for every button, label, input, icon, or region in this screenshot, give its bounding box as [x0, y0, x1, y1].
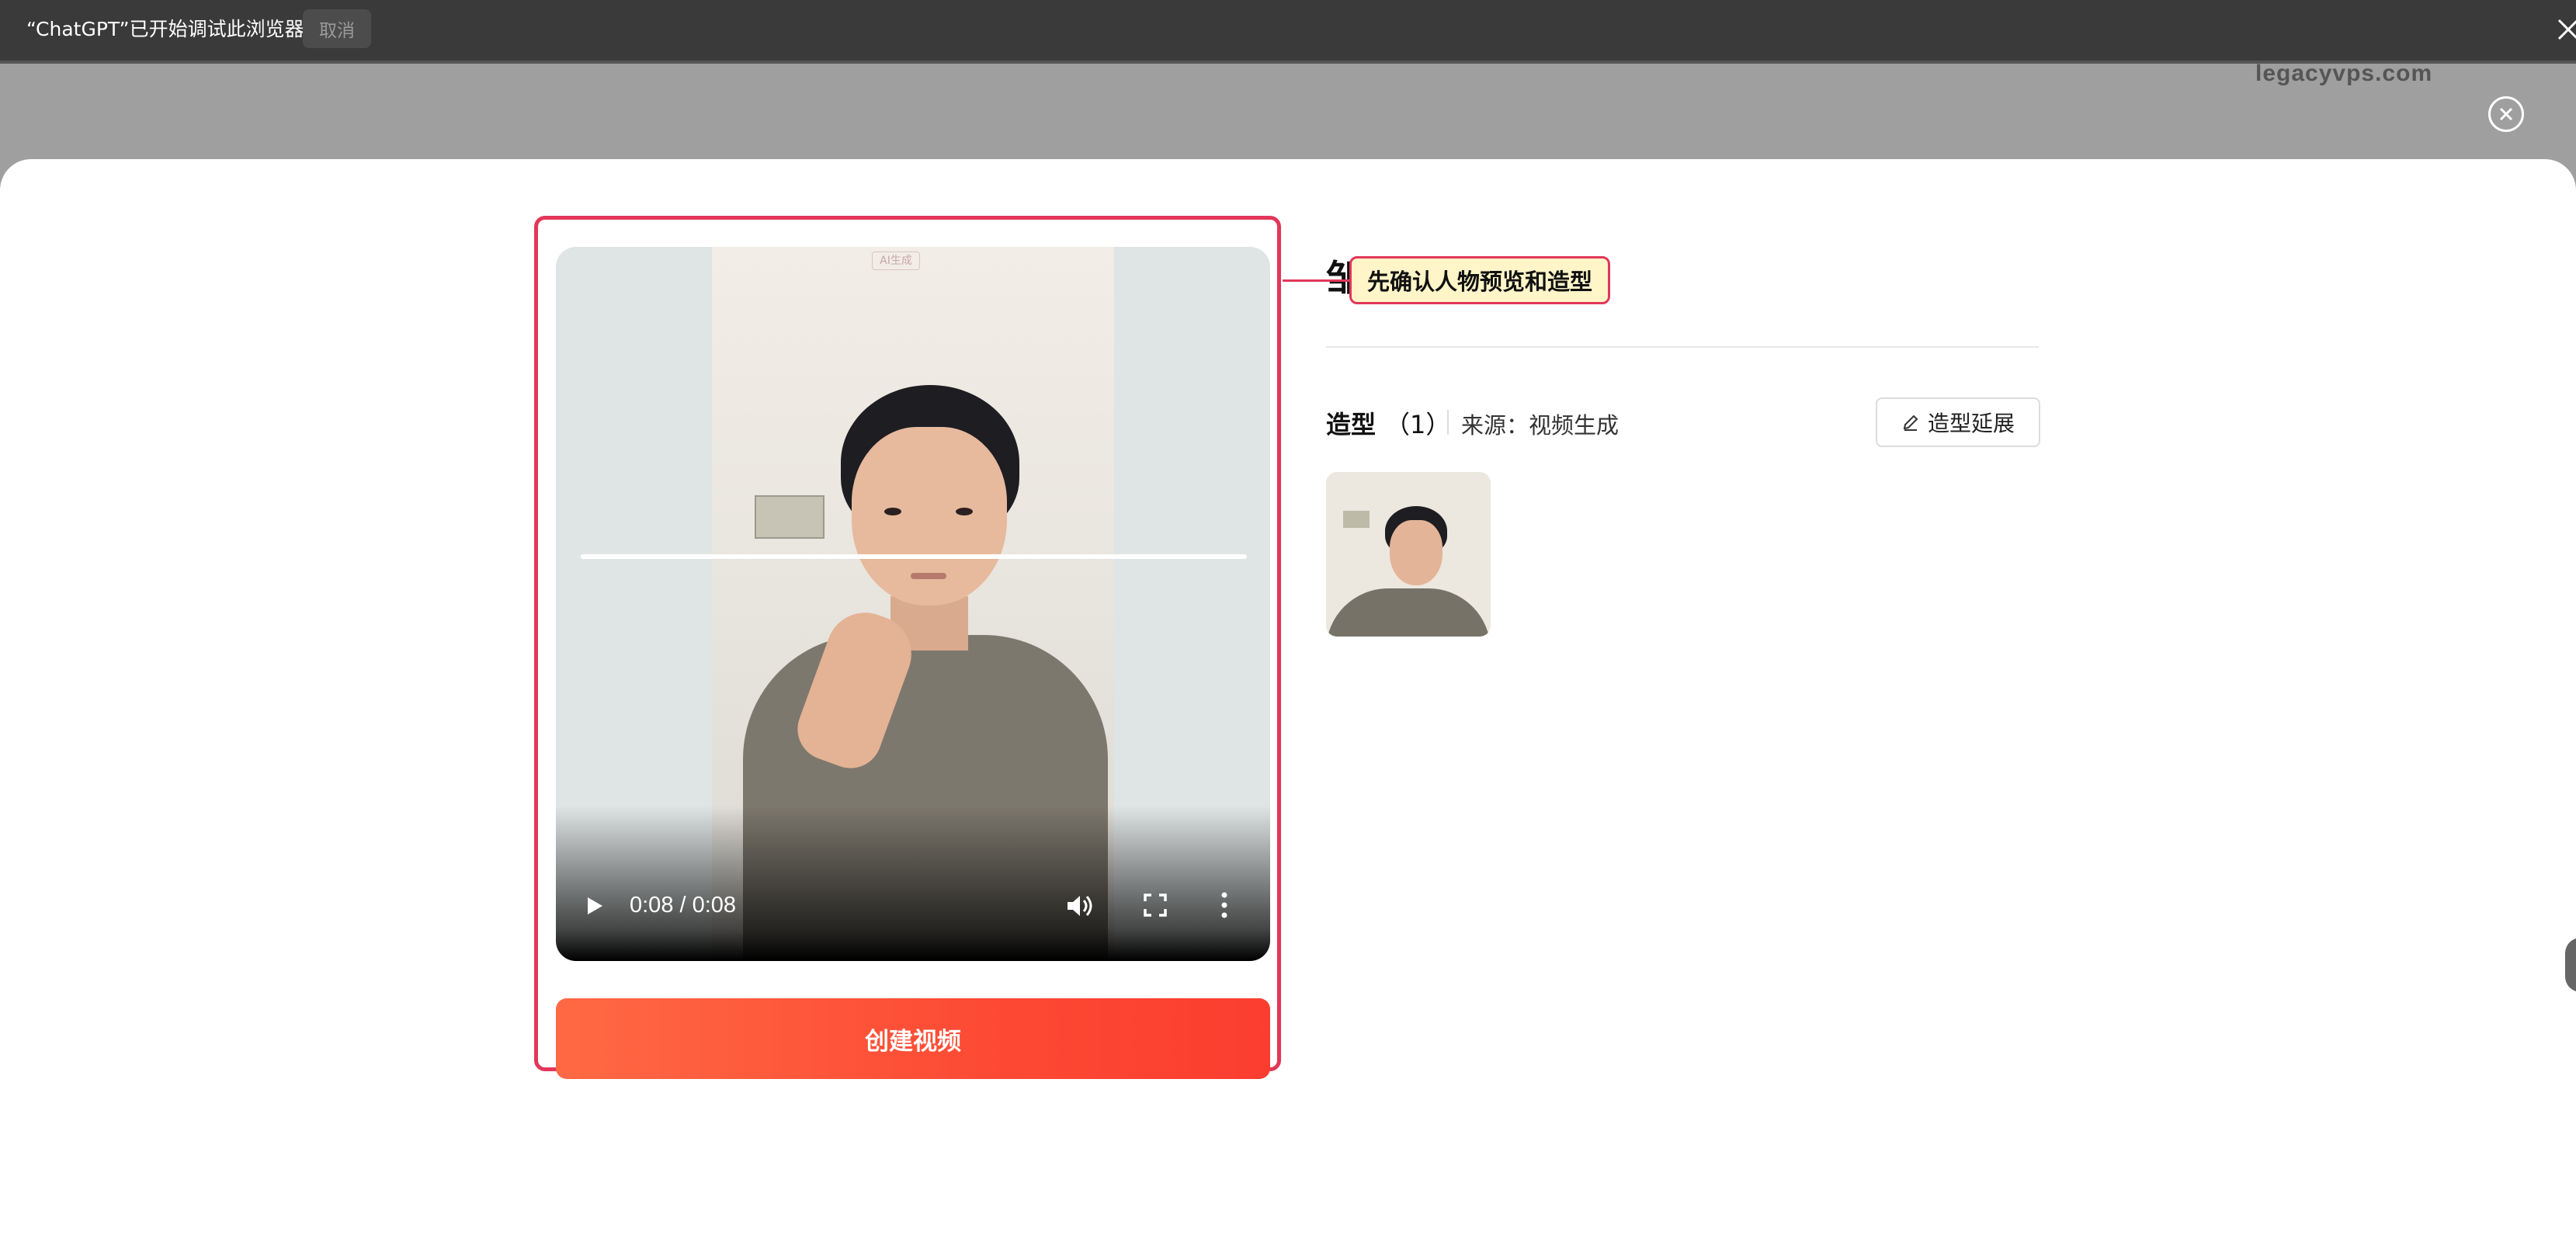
thumb-face [1390, 520, 1442, 585]
debug-message: “ChatGPT”已开始调试此浏览器 [26, 18, 304, 40]
style-thumbnail[interactable] [1326, 472, 1491, 637]
edit-icon [1903, 415, 1918, 431]
wall-sign [755, 495, 825, 539]
styles-section-title: 造型 [1326, 410, 1377, 439]
character-detail-modal [0, 159, 2576, 1256]
style-extend-label: 造型延展 [1927, 411, 2015, 435]
modal-close-button[interactable] [2488, 96, 2524, 132]
side-float-handle[interactable] [2565, 938, 2576, 992]
video-player[interactable]: AI生成 0:08 / 0:08 [556, 247, 1270, 961]
create-video-button[interactable]: 创建视频 [556, 998, 1270, 1079]
annotation-callout: 先确认人物预览和造型 [1349, 256, 1611, 304]
video-time: 0:08 / 0:08 [630, 893, 737, 918]
debug-info-bar: “ChatGPT”已开始调试此浏览器 取消 [0, 0, 2576, 64]
close-icon[interactable] [2554, 16, 2576, 43]
callout-connector [1283, 279, 1351, 282]
thumb-shirt [1326, 588, 1491, 637]
video-ai-watermark: AI生成 [872, 252, 920, 270]
section-separator [1447, 410, 1449, 435]
person-eye [956, 508, 973, 515]
divider [1326, 346, 2039, 348]
fullscreen-icon[interactable] [1143, 893, 1168, 918]
video-progress-bar[interactable] [581, 554, 1247, 559]
video-controls: 0:08 / 0:08 [556, 865, 1270, 961]
person-mouth [911, 573, 946, 579]
styles-count: （1） [1385, 410, 1451, 439]
site-watermark: legacyvps.com [2255, 61, 2433, 86]
person-eye [884, 508, 901, 515]
styles-source: 来源：视频生成 [1461, 412, 1620, 439]
more-options-icon[interactable] [1220, 891, 1229, 919]
video-progress-fill [581, 554, 1247, 559]
play-icon[interactable] [582, 894, 606, 918]
style-extend-button[interactable]: 造型延展 [1876, 397, 2040, 447]
close-icon [2499, 107, 2513, 121]
debug-cancel-button[interactable]: 取消 [303, 9, 371, 48]
volume-icon[interactable] [1065, 893, 1093, 919]
thumb-wall-sign [1343, 511, 1370, 528]
